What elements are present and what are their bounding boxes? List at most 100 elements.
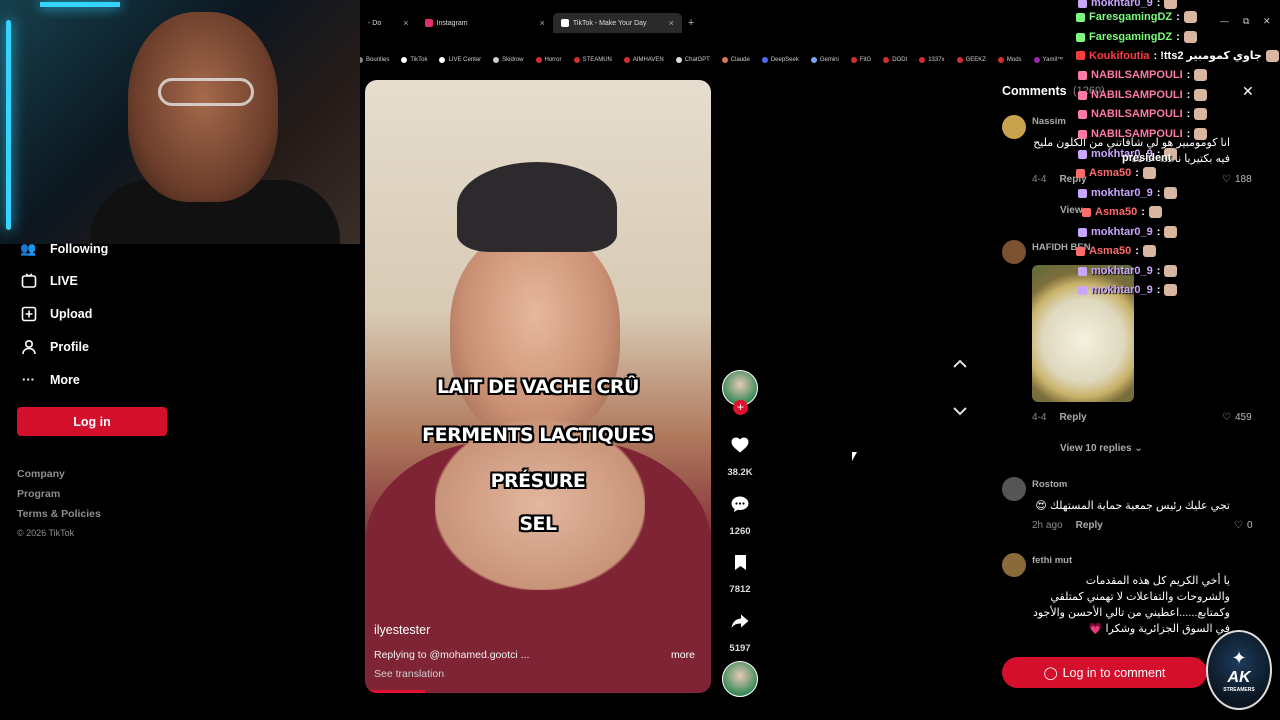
view-replies-link[interactable]: View: [1060, 205, 1083, 216]
more-link[interactable]: more: [671, 649, 695, 661]
nav-following[interactable]: 👥 Following: [20, 240, 108, 257]
bookmark-item[interactable]: DODI: [883, 57, 907, 63]
see-translation-link[interactable]: See translation: [374, 668, 444, 680]
comment-date: 2h ago: [1032, 520, 1063, 531]
chat-username: FaresgamingDZ: [1089, 11, 1173, 23]
close-icon[interactable]: ×: [403, 18, 408, 28]
comment-like-count: 0: [1246, 520, 1253, 531]
comment-author[interactable]: fethi mut: [1032, 555, 1072, 566]
comment-author[interactable]: Nassim: [1032, 116, 1066, 127]
nav-more[interactable]: ··· More: [20, 371, 80, 388]
video-description: Replying to @mohamed.gootci ...: [374, 649, 530, 661]
comment-like[interactable]: ♡ 459: [1222, 412, 1252, 423]
bookmark-item[interactable]: AIMHAVEN: [623, 57, 664, 63]
heart-outline-icon: ♡: [1222, 412, 1231, 423]
bookmark-item[interactable]: Mods: [997, 57, 1022, 63]
heart-icon[interactable]: [728, 433, 752, 457]
share-icon[interactable]: [728, 609, 752, 633]
close-icon[interactable]: ✕: [1242, 83, 1254, 100]
browser-tab-instagram[interactable]: Instagram ×: [417, 13, 553, 33]
chat-username: Asma50: [1089, 245, 1132, 257]
mouse-cursor-icon: [852, 452, 857, 461]
emote-icon: [1194, 69, 1208, 81]
nav-live[interactable]: LIVE: [20, 272, 78, 289]
chat-badge-icon: [1078, 129, 1087, 139]
follow-plus-icon[interactable]: +: [733, 400, 748, 415]
bookmark-label: Claude: [730, 57, 750, 63]
bookmark-item[interactable]: ChatGPT: [675, 57, 710, 63]
chevron-up-icon[interactable]: [949, 352, 971, 374]
bookmark-item[interactable]: GEEKZ: [956, 57, 986, 63]
avatar[interactable]: [1002, 240, 1026, 264]
comment-icon[interactable]: [728, 492, 752, 516]
bookmark-label: AIMHAVEN: [632, 57, 664, 63]
nav-upload[interactable]: Upload: [20, 305, 92, 322]
bookmark-icon[interactable]: [728, 550, 752, 574]
live-icon: [20, 272, 37, 289]
bookmark-item[interactable]: STEAMUN: [573, 57, 612, 63]
chat-text: :: [1176, 11, 1180, 23]
bookmark-item[interactable]: TikTok: [401, 57, 427, 63]
bookmark-item[interactable]: Bounties: [357, 57, 389, 63]
comment-date: 4-4: [1032, 174, 1047, 185]
bookmark-item[interactable]: 1337x: [919, 57, 945, 63]
chevron-down-icon: ⌄: [1134, 443, 1143, 454]
nav-label: Upload: [50, 306, 93, 321]
chat-username: NABILSAMPOULI: [1091, 89, 1183, 101]
login-button[interactable]: Log in: [17, 407, 167, 436]
close-icon[interactable]: ×: [669, 18, 674, 28]
glasses: [158, 78, 254, 106]
bookmark-label: STEAMUN: [582, 57, 612, 63]
bookmark-item[interactable]: Yamil™: [1033, 57, 1063, 63]
video-username[interactable]: ilyestester: [374, 623, 430, 637]
avatar[interactable]: [1002, 477, 1026, 501]
video-hair: [457, 162, 617, 252]
avatar[interactable]: [1002, 553, 1026, 577]
bookmark-item[interactable]: Skidrow: [493, 57, 524, 63]
webcam-overlay: [0, 0, 360, 244]
restore-icon[interactable]: ⧉: [1243, 16, 1249, 27]
footer-terms-link[interactable]: Terms & Policies: [17, 508, 101, 520]
bookmark-icon: [493, 57, 500, 63]
sound-avatar[interactable]: [722, 661, 758, 697]
comment-count: 1260: [729, 526, 751, 537]
browser-tab[interactable]: - Do ×: [360, 13, 417, 33]
minimize-icon[interactable]: —: [1220, 16, 1229, 26]
bookmark-item[interactable]: Gemini: [810, 57, 839, 63]
close-icon[interactable]: ×: [540, 18, 545, 28]
bookmark-item[interactable]: DeepSeek: [761, 57, 799, 63]
bookmark-icon: [401, 57, 408, 63]
reply-button[interactable]: Reply: [1059, 412, 1086, 423]
footer-program-link[interactable]: Program: [17, 488, 60, 500]
login-to-comment-button[interactable]: ◯ Log in to comment: [1002, 657, 1207, 688]
bookmark-item[interactable]: FitG: [850, 57, 871, 63]
bookmark-icon: [761, 57, 768, 63]
bookmark-item[interactable]: LIVE Center: [439, 57, 481, 63]
comment-like[interactable]: ♡ 0: [1234, 520, 1253, 531]
view-replies-link[interactable]: View 10 replies ⌄: [1060, 443, 1143, 454]
like-count: 38.2K: [727, 467, 753, 478]
browser-tab-tiktok[interactable]: TikTok - Make Your Day ×: [552, 13, 682, 33]
comment-like-count: 188: [1234, 174, 1252, 185]
comment-meta: 4-4 Reply: [1032, 412, 1087, 423]
led-strip: [6, 20, 11, 230]
video-progress[interactable]: [365, 690, 425, 693]
chat-badge-icon: [1078, 70, 1087, 80]
bookmark-item[interactable]: Horror: [535, 57, 562, 63]
video-caption: FERMENTS LACTIQUES: [422, 424, 654, 446]
comment-author[interactable]: Rostom: [1032, 479, 1067, 490]
avatar[interactable]: [1002, 115, 1026, 139]
new-tab-button[interactable]: +: [688, 17, 694, 29]
comment-like[interactable]: ♡ 188: [1222, 174, 1252, 185]
chevron-down-icon[interactable]: [949, 400, 971, 422]
reply-button[interactable]: Reply: [1076, 520, 1103, 531]
nav-profile[interactable]: Profile: [20, 338, 89, 355]
footer-company-link[interactable]: Company: [17, 468, 65, 480]
video-player[interactable]: LAIT DE VACHE CRÛ FERMENTS LACTIQUES PRÉ…: [365, 80, 711, 693]
bookmark-icon: [675, 57, 682, 63]
bookmark-item[interactable]: Claude: [721, 57, 750, 63]
close-window-icon[interactable]: ✕: [1263, 16, 1271, 27]
comment-text: تجي عليك رئيس جمعية حماية المستهلك 😍: [1035, 500, 1230, 512]
streamer-face: [128, 12, 278, 202]
chat-message: Asma50:: [1076, 245, 1156, 257]
